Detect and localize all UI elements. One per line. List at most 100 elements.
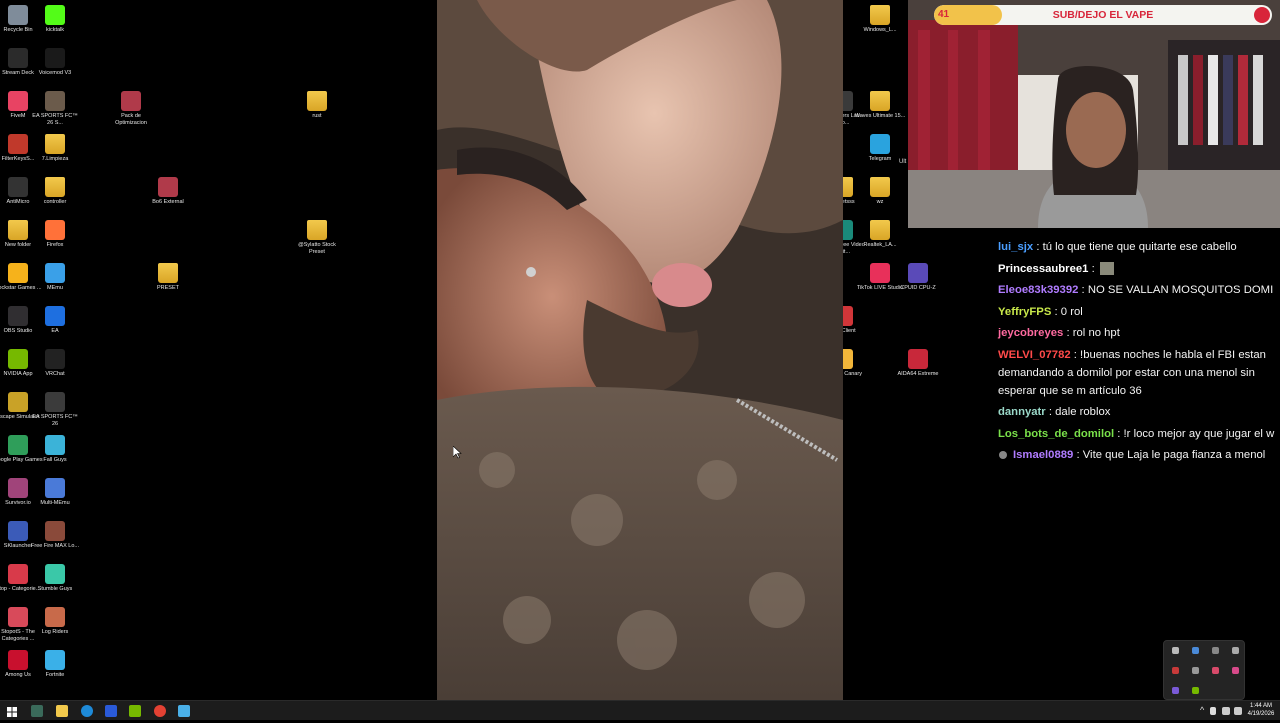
desktop-icon[interactable]: AIDA64 Extreme (892, 349, 944, 378)
desktop-icon[interactable]: EA SPORTS FC™ 26 S... (29, 91, 81, 127)
desktop-icon-label: Log Riders (41, 629, 69, 635)
tray-icon-headset[interactable] (1212, 667, 1219, 674)
desktop-icon-label: EA SPORTS FC™ 26 (32, 414, 78, 427)
volume-icon[interactable] (1234, 707, 1242, 715)
desktop-icon-label: Waves Ultimate 15... (854, 113, 906, 119)
desktop-icon[interactable]: @Sylatto Stock Preset (291, 220, 343, 256)
fivem-icon (8, 91, 28, 111)
taskview-icon[interactable] (31, 705, 43, 717)
clock-time: 1:44 AM (1249, 703, 1272, 709)
chat-message: WELVI_07782 : !buenas noches le habla el… (998, 346, 1278, 400)
rockstar-icon (8, 263, 28, 283)
folder-icon (45, 177, 65, 197)
chat-username[interactable]: WELVI_07782 (998, 349, 1071, 361)
desktop-icon-label: VRChat (45, 371, 65, 377)
desktop-icon[interactable]: Stumble Guys (29, 564, 81, 593)
mouse-cursor-icon (453, 446, 462, 459)
fall-guys-icon (45, 435, 65, 455)
desktop-icon-label: MEmu (47, 285, 63, 291)
desktop-icon-label: EA SPORTS FC™ 26 S... (32, 113, 78, 126)
desktop-icon-label: Survivor.io (5, 500, 31, 506)
desktop-icon[interactable]: rust (291, 91, 343, 120)
desktop-icon-label: Pack de Optimizacion (115, 113, 147, 126)
tray-icon-steam[interactable] (1192, 647, 1199, 654)
tray-icon-usb[interactable] (1172, 647, 1179, 654)
desktop-icon[interactable]: Log Riders (29, 607, 81, 636)
tray-icon-record[interactable] (1172, 667, 1179, 674)
recycle-bin-icon (8, 5, 28, 25)
app2-taskbar-icon[interactable] (178, 705, 190, 717)
desktop-icon[interactable]: EA SPORTS FC™ 26 (29, 392, 81, 428)
desktop-icon-label: Stumble Guys (37, 586, 73, 592)
tray-app-icon[interactable] (1210, 707, 1216, 715)
edge-browser-icon[interactable] (81, 705, 93, 717)
tray-icon-display[interactable] (1212, 647, 1219, 654)
chat-username[interactable]: jeycobreyes (998, 327, 1063, 339)
desktop-icon[interactable]: Fall Guys (29, 435, 81, 464)
folder-icon (45, 134, 65, 154)
chat-message: lui_sjx : tú lo que tiene que quitarte e… (998, 238, 1280, 256)
desktop-icon[interactable]: Pack de Optimizacion (105, 91, 157, 127)
folder-icon (307, 91, 327, 111)
chat-username[interactable]: lui_sjx (998, 241, 1033, 253)
chat-username[interactable]: Eleoe83k39392 (998, 284, 1078, 296)
desktop-icon[interactable]: PRESET (142, 263, 194, 292)
desktop-icon[interactable]: VRChat (29, 349, 81, 378)
chat-username[interactable]: dannyatr (998, 406, 1046, 418)
folder-icon (870, 91, 890, 111)
desktop-icon[interactable]: kicktalk (29, 5, 81, 34)
sub-goal-text: SUB/DEJO EL VAPE (1052, 9, 1154, 21)
file-explorer-icon[interactable] (56, 705, 68, 717)
tray-overflow-popup (1163, 640, 1245, 700)
desktop-icon[interactable]: Bo6 External (142, 177, 194, 206)
desktop-icon[interactable]: EA (29, 306, 81, 335)
desktop-icon-label: EA (51, 328, 59, 334)
desktop-icon[interactable]: wz (854, 177, 906, 206)
chat-username[interactable]: Los_bots_de_domilol (998, 428, 1114, 440)
tray-icon-discord[interactable] (1172, 687, 1179, 694)
chrome-taskbar-icon[interactable] (154, 705, 166, 717)
desktop-icon-label: Fall Guys (43, 457, 67, 463)
tray-icon-nvidia[interactable] (1192, 687, 1199, 694)
cpuz-icon (908, 263, 928, 283)
desktop-icon[interactable]: 7.Limpieza (29, 134, 81, 163)
chat-username[interactable]: Ismael0889 (1013, 449, 1073, 461)
tiktok-live-icon (870, 263, 890, 283)
tray-icon-gear[interactable] (1192, 667, 1199, 674)
network-icon[interactable] (1222, 707, 1230, 715)
desktop-icon[interactable]: CPUID CPU-Z (892, 263, 944, 292)
desktop-icon-label: New folder (4, 242, 32, 248)
telegram-icon (870, 134, 890, 154)
desktop-icon[interactable]: controller (29, 177, 81, 206)
desktop-icon-label: AIDA64 Extreme (897, 371, 939, 377)
chat-username[interactable]: YeffryFPS (998, 306, 1051, 318)
desktop-icon[interactable]: Windows_L... (854, 5, 906, 34)
desktop-icon[interactable]: Voicemod V3 (29, 48, 81, 77)
clock[interactable]: 1:44 AM 4/19/2026 (1245, 702, 1277, 718)
desktop-icon[interactable]: Free Fire MAX Lo... (29, 521, 81, 550)
sub-goal-bar: 41 SUB/DEJO EL VAPE (934, 5, 1272, 25)
tray-icon-pen[interactable] (1232, 647, 1239, 654)
nvidia-taskbar-icon[interactable] (129, 705, 141, 717)
tray-chevron-icon[interactable]: ^ (1200, 705, 1204, 715)
taskbar: ^ 1:44 AM 4/19/2026 (0, 700, 1280, 720)
tray-icon-game[interactable] (1232, 667, 1239, 674)
chat-message: Ismael0889 : Vite que Laja le paga fianz… (998, 446, 1280, 464)
chat-text: : (1091, 262, 1095, 275)
folder-icon (158, 263, 178, 283)
desktop-icon[interactable]: Multi-MEmu (29, 478, 81, 507)
desktop-icon[interactable]: Waves Ultimate 15... (854, 91, 906, 120)
antimicro-icon (8, 177, 28, 197)
chat-username[interactable]: Princessaubree1 (998, 263, 1088, 275)
survivor-icon (8, 478, 28, 498)
stopots-icon (8, 607, 28, 627)
among-us-icon (8, 650, 28, 670)
chat-message: YeffryFPS : 0 rol (998, 303, 1280, 321)
firefox-icon (45, 220, 65, 240)
desktop-icon[interactable]: Fortnite (29, 650, 81, 679)
start-windows-icon[interactable] (6, 705, 18, 717)
desktop-icon[interactable]: Realtek_LA... (854, 220, 906, 249)
desktop-icon[interactable]: Firefox (29, 220, 81, 249)
app-taskbar-icon[interactable] (105, 705, 117, 717)
desktop-icon[interactable]: MEmu (29, 263, 81, 292)
